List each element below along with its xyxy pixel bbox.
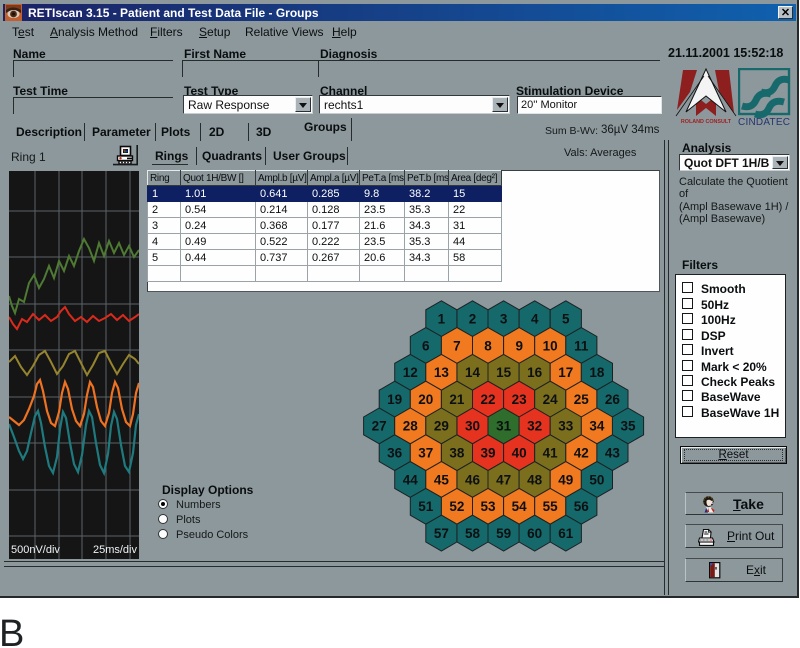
svg-text:34: 34	[589, 419, 605, 434]
svg-text:37: 37	[418, 446, 433, 461]
svg-text:31: 31	[496, 419, 512, 434]
svg-text:16: 16	[527, 365, 543, 380]
svg-text:5: 5	[562, 312, 570, 327]
svg-text:12: 12	[403, 365, 418, 380]
svg-text:15: 15	[496, 365, 512, 380]
svg-text:54: 54	[512, 499, 528, 514]
svg-text:25ms/div: 25ms/div	[93, 544, 138, 556]
svg-text:ROLAND CONSULT: ROLAND CONSULT	[681, 119, 732, 125]
svg-text:24: 24	[543, 392, 559, 407]
svg-text:53: 53	[480, 499, 496, 514]
svg-text:40: 40	[512, 446, 527, 461]
svg-text:58: 58	[465, 526, 481, 541]
svg-text:36: 36	[387, 446, 403, 461]
svg-text:2: 2	[469, 312, 477, 327]
svg-text:41: 41	[543, 446, 559, 461]
svg-text:19: 19	[387, 392, 402, 407]
svg-text:21: 21	[449, 392, 465, 407]
svg-text:45: 45	[434, 472, 450, 487]
svg-text:44: 44	[403, 472, 419, 487]
svg-text:56: 56	[574, 499, 590, 514]
svg-text:61: 61	[558, 526, 574, 541]
svg-text:18: 18	[589, 365, 605, 380]
svg-text:8: 8	[484, 338, 492, 353]
svg-text:9: 9	[515, 338, 523, 353]
svg-text:52: 52	[449, 499, 464, 514]
svg-text:500nV/div: 500nV/div	[11, 544, 60, 556]
svg-text:39: 39	[480, 446, 495, 461]
svg-text:50: 50	[589, 472, 604, 487]
svg-text:4: 4	[531, 312, 539, 327]
svg-text:28: 28	[403, 419, 419, 434]
svg-text:47: 47	[496, 472, 511, 487]
svg-text:22: 22	[480, 392, 495, 407]
svg-text:49: 49	[558, 472, 573, 487]
svg-text:6: 6	[422, 338, 430, 353]
svg-text:23: 23	[512, 392, 528, 407]
svg-text:55: 55	[543, 499, 559, 514]
svg-text:10: 10	[543, 338, 558, 353]
svg-text:59: 59	[496, 526, 511, 541]
svg-text:27: 27	[372, 419, 387, 434]
svg-text:30: 30	[465, 419, 480, 434]
svg-text:29: 29	[434, 419, 449, 434]
svg-text:13: 13	[434, 365, 450, 380]
svg-text:25: 25	[574, 392, 590, 407]
svg-text:42: 42	[574, 446, 589, 461]
svg-text:33: 33	[558, 419, 574, 434]
svg-text:46: 46	[465, 472, 481, 487]
svg-text:CINDATEC: CINDATEC	[738, 117, 790, 128]
svg-text:57: 57	[434, 526, 449, 541]
svg-text:11: 11	[574, 338, 589, 353]
svg-text:17: 17	[558, 365, 573, 380]
svg-text:32: 32	[527, 419, 542, 434]
svg-text:20: 20	[418, 392, 433, 407]
svg-text:14: 14	[465, 365, 481, 380]
svg-text:35: 35	[620, 419, 636, 434]
svg-text:1: 1	[438, 312, 446, 327]
svg-text:60: 60	[527, 526, 542, 541]
svg-text:26: 26	[605, 392, 621, 407]
svg-text:3: 3	[500, 312, 508, 327]
svg-text:43: 43	[605, 446, 621, 461]
svg-text:48: 48	[527, 472, 543, 487]
svg-text:51: 51	[418, 499, 434, 514]
svg-text:7: 7	[453, 338, 461, 353]
svg-text:38: 38	[449, 446, 465, 461]
